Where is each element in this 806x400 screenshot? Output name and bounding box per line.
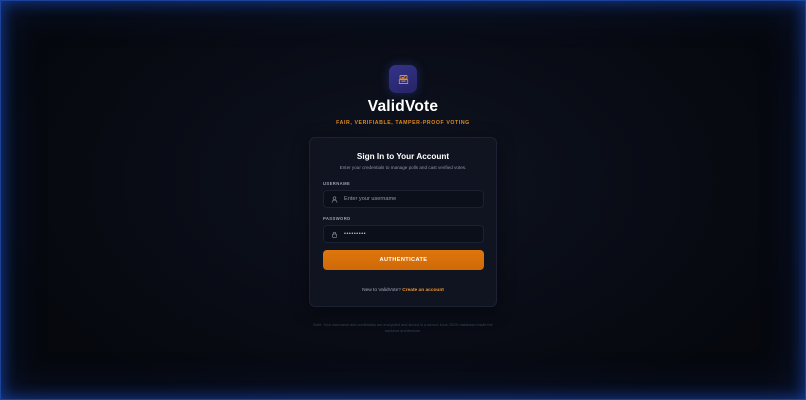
login-screen: ValidVote FAIR, VERIFIABLE, TAMPER-PROOF… [0,0,806,400]
app-logo [389,65,417,93]
password-input[interactable] [344,228,483,240]
storage-note: Note: Your username and credentials are … [313,323,493,333]
lock-icon [324,231,344,238]
card-subtitle: Enter your credentials to manage polls a… [339,165,467,170]
user-icon [324,196,344,203]
card-title: Sign In to Your Account [356,152,450,161]
username-input[interactable] [344,193,483,205]
ballot-box-icon [398,74,408,84]
username-field[interactable] [323,190,484,208]
app-name: ValidVote [367,98,439,115]
signup-prompt: New to ValidVote? Create an account [310,288,496,294]
username-label: USERNAME [323,181,351,186]
password-field[interactable] [323,225,484,243]
password-label: PASSWORD [323,216,351,221]
app-tagline: FAIR, VERIFIABLE, TAMPER-PROOF VOTING [336,120,470,126]
sign-in-card: Sign In to Your Account Enter your crede… [309,137,497,307]
authenticate-button[interactable]: AUTHENTICATE [323,250,484,270]
create-account-link[interactable]: Create an account [402,288,444,293]
brand-header: ValidVote FAIR, VERIFIABLE, TAMPER-PROOF… [0,65,806,127]
signup-prompt-text: New to ValidVote? [362,288,401,293]
